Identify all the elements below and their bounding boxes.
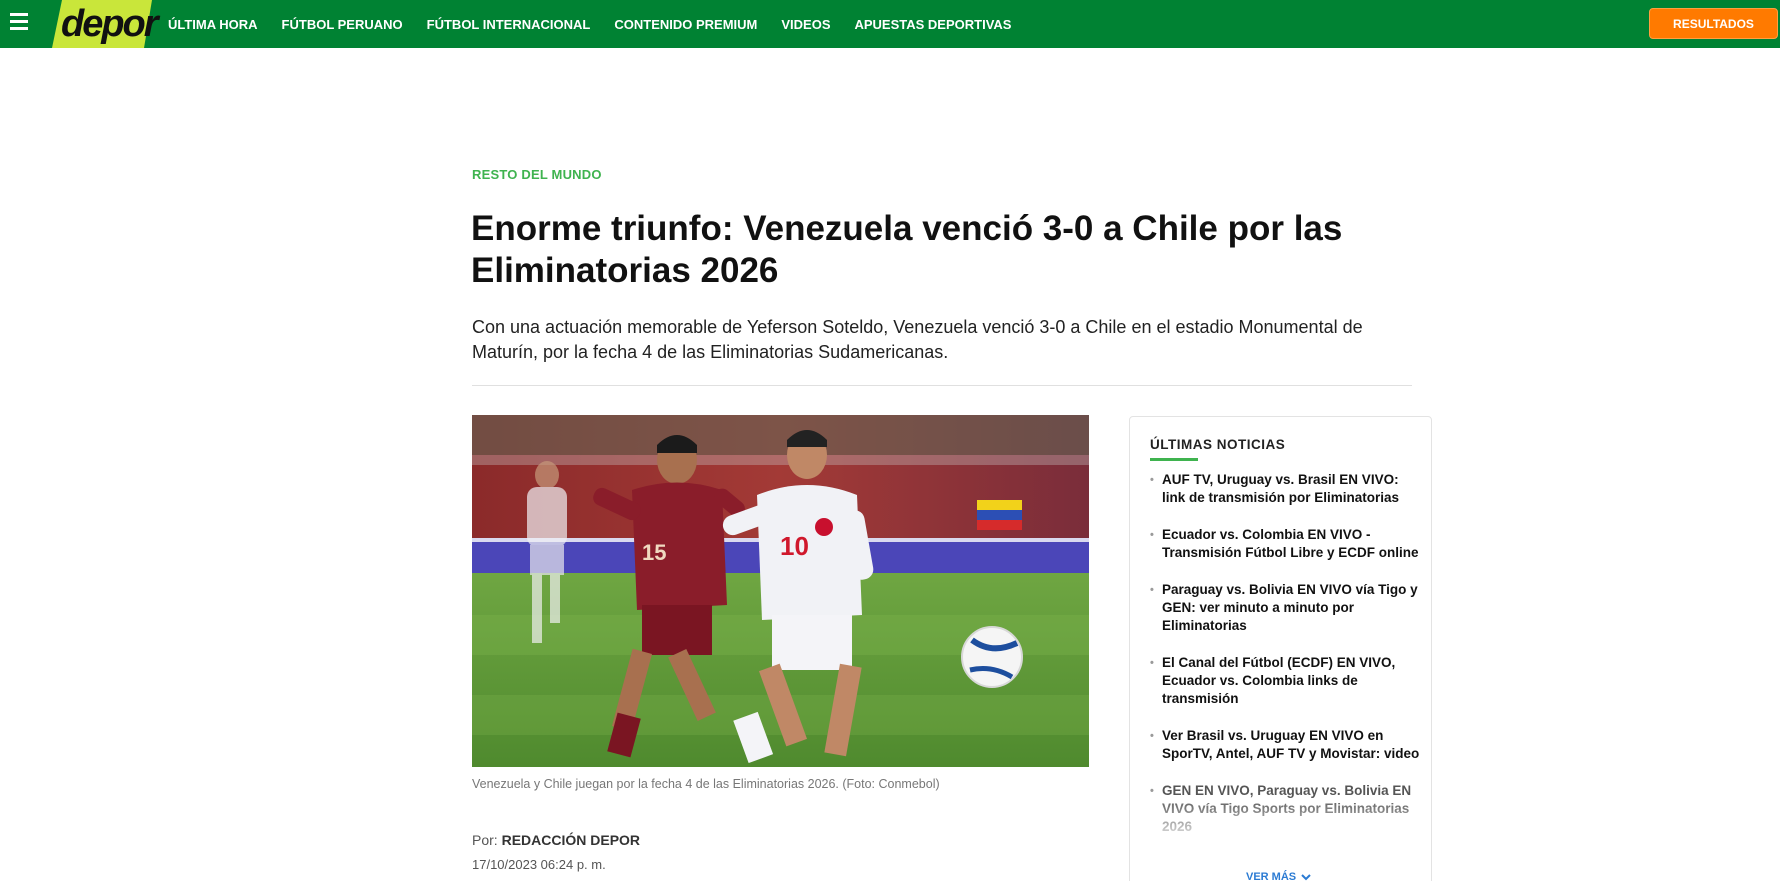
football-match-photo: 15 10 (472, 415, 1089, 767)
main-nav: ÚLTIMA HORA FÚTBOL PERUANO FÚTBOL INTERN… (168, 0, 1035, 48)
news-item[interactable]: AUF TV, Uruguay vs. Brasil EN VIVO: link… (1150, 471, 1420, 507)
news-item[interactable]: El Canal del Fútbol (ECDF) EN VIVO, Ecua… (1150, 654, 1420, 708)
author-name[interactable]: REDACCIÓN DEPOR (502, 832, 640, 848)
nav-item-ultima-hora[interactable]: ÚLTIMA HORA (168, 17, 258, 32)
latest-news-panel: ÚLTIMAS NOTICIAS AUF TV, Uruguay vs. Bra… (1129, 416, 1432, 881)
results-button[interactable]: RESULTADOS (1649, 8, 1778, 39)
nav-item-apuestas-deportivas[interactable]: APUESTAS DEPORTIVAS (854, 17, 1011, 32)
latest-news-title: ÚLTIMAS NOTICIAS (1150, 437, 1286, 452)
list-fade (1131, 797, 1431, 867)
article-title: Enorme triunfo: Venezuela venció 3-0 a C… (471, 209, 1343, 290)
divider (472, 385, 1412, 386)
news-item[interactable]: Paraguay vs. Bolivia EN VIVO vía Tigo y … (1150, 581, 1420, 635)
title-underline (1150, 458, 1198, 461)
chevron-down-icon (1301, 873, 1311, 880)
nav-item-contenido-premium[interactable]: CONTENIDO PREMIUM (614, 17, 757, 32)
see-more-button[interactable]: VER MÁS (1246, 871, 1311, 881)
menu-icon[interactable] (10, 13, 28, 33)
logo-text: depor (61, 3, 159, 45)
nav-item-futbol-internacional[interactable]: FÚTBOL INTERNACIONAL (427, 17, 591, 32)
byline-prefix: Por: (472, 832, 498, 848)
news-item[interactable]: Ecuador vs. Colombia EN VIVO - Transmisi… (1150, 526, 1420, 562)
article-summary: Con una actuación memorable de Yeferson … (472, 317, 1363, 362)
see-more-label: VER MÁS (1246, 871, 1297, 881)
nav-item-videos[interactable]: VIDEOS (781, 17, 830, 32)
football-icon (961, 626, 1023, 688)
publish-date: 17/10/2023 06:24 p. m. (472, 857, 606, 872)
svg-text:15: 15 (642, 540, 666, 565)
svg-text:10: 10 (780, 531, 809, 561)
depor-logo[interactable]: depor (52, 0, 159, 48)
section-label[interactable]: RESTO DEL MUNDO (472, 167, 602, 182)
news-item[interactable]: Ver Brasil vs. Uruguay EN VIVO en SporTV… (1150, 727, 1420, 763)
top-navigation-bar: depor ÚLTIMA HORA FÚTBOL PERUANO FÚTBOL … (0, 0, 1780, 48)
article-photo[interactable]: 15 10 (472, 415, 1089, 767)
byline: Por: REDACCIÓN DEPOR (472, 832, 640, 848)
photo-caption: Venezuela y Chile juegan por la fecha 4 … (472, 777, 940, 791)
nav-item-futbol-peruano[interactable]: FÚTBOL PERUANO (282, 17, 403, 32)
